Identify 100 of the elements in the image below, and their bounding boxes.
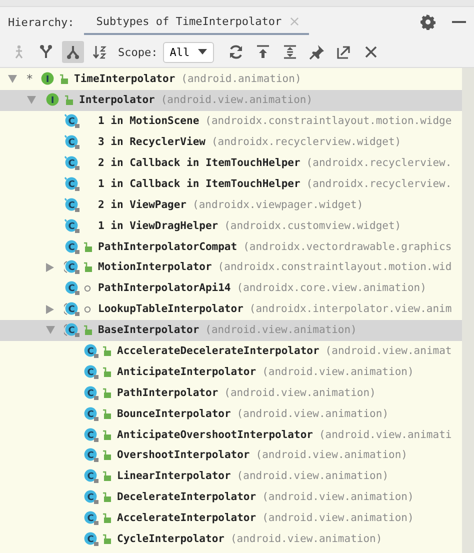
class-name: 2 in ViewPager bbox=[98, 198, 187, 211]
tree-row[interactable]: C PathInterpolator (android.view.animation) bbox=[0, 382, 462, 404]
class-name: BounceInterpolator bbox=[117, 408, 231, 420]
class-name: PathInterpolatorApi14 bbox=[98, 282, 231, 294]
class-icon: C bbox=[64, 238, 80, 255]
class-name: AccelerateDecelerateInterpolator bbox=[117, 345, 320, 358]
class-icon: C bbox=[83, 343, 99, 360]
class-name: 1 in MotionScene bbox=[98, 115, 200, 128]
package-name: (android.view.animation) bbox=[262, 366, 414, 378]
class-name: MotionInterpolator bbox=[98, 261, 212, 274]
tree-row[interactable]: C CycleInterpolator (android.view.animation) bbox=[0, 528, 462, 550]
class-name: AccelerateInterpolator bbox=[117, 512, 256, 524]
tree-row[interactable]: C 3 in RecyclerView (androidx.recyclerview.widget) bbox=[0, 132, 462, 153]
scrollbar[interactable] bbox=[462, 68, 474, 553]
package-name: (androidx.recyclerview. bbox=[306, 157, 452, 169]
scope-dropdown[interactable]: All bbox=[162, 42, 214, 62]
class-name: DecelerateInterpolator bbox=[117, 491, 256, 504]
tree-row[interactable]: I Interpolator (android.view.animation) bbox=[0, 90, 462, 111]
class-icon: C bbox=[64, 176, 80, 192]
package-name: (androidx.customview.widget) bbox=[224, 220, 402, 232]
package-name: (android.view.animati bbox=[318, 428, 452, 441]
package-name: (android.view.animation) bbox=[256, 449, 408, 462]
tree-row[interactable]: C PathInterpolatorCompat (androidx.vectordrawable.graphics bbox=[0, 236, 462, 258]
class-name: 1 in Callback in ItemTouchHelper bbox=[98, 178, 300, 190]
tree-row[interactable]: C BounceInterpolator (android.view.animation) bbox=[0, 403, 462, 424]
class-name: PathInterpolator bbox=[117, 386, 218, 399]
class-icon: C bbox=[83, 447, 99, 464]
class-name: PathInterpolatorCompat bbox=[98, 240, 238, 253]
class-icon: C bbox=[64, 322, 80, 338]
tree-row[interactable]: C MotionInterpolator (androidx.constraintlayout.motion.wid bbox=[0, 257, 462, 278]
class-icon: C bbox=[83, 406, 99, 422]
panel-title: Hierarchy: bbox=[8, 16, 74, 28]
tree-row[interactable]: C DecelerateInterpolator (android.view.animation) bbox=[0, 486, 462, 508]
expand-arrow-icon[interactable] bbox=[46, 262, 54, 272]
class-icon: C bbox=[83, 426, 99, 443]
class-name: LinearInterpolator bbox=[117, 470, 231, 482]
tab[interactable]: Subtypes of TimeInterpolator bbox=[84, 9, 309, 35]
class-name: LookupTableInterpolator bbox=[98, 303, 244, 316]
class-icon: C bbox=[64, 218, 80, 234]
tree-row[interactable]: * I TimeInterpolator (android.animation) bbox=[0, 69, 462, 90]
package-name: (androidx.recyclerview. bbox=[306, 178, 452, 190]
tree-row[interactable]: C LinearInterpolator (android.view.animation) bbox=[0, 466, 462, 487]
package-name: (android.view.animat bbox=[325, 345, 452, 358]
caret-icon bbox=[198, 49, 207, 55]
class-name: TimeInterpolator bbox=[74, 73, 176, 86]
tree-row[interactable]: C BaseInterpolator (android.view.animation) bbox=[0, 320, 462, 341]
package-name: (android.view.animation) bbox=[224, 386, 376, 399]
hierarchy-icon[interactable] bbox=[62, 41, 84, 63]
class-name: 3 in RecyclerView bbox=[98, 136, 206, 148]
package-name: (android.view.animation) bbox=[236, 408, 389, 420]
current-marker: * bbox=[26, 72, 34, 86]
expand-arrow-icon[interactable] bbox=[46, 304, 54, 314]
package-name: (android.view.animation) bbox=[160, 94, 313, 106]
class-name: BaseInterpolator bbox=[98, 324, 200, 336]
tree-row[interactable]: C AccelerateDecelerateInterpolator (android.view.animat bbox=[0, 340, 462, 362]
class-icon: C bbox=[64, 113, 80, 130]
package-name: (androidx.vectordrawable.graphics bbox=[243, 240, 452, 253]
package-name: (android.view.animation) bbox=[205, 324, 357, 336]
class-icon: C bbox=[83, 384, 99, 401]
settings-icon[interactable] bbox=[420, 14, 436, 30]
package-name: (androidx.recyclerview.widget) bbox=[211, 136, 402, 148]
collapse-arrow-icon[interactable] bbox=[8, 75, 17, 84]
tree-row[interactable]: C AccelerateInterpolator (android.view.animation) bbox=[0, 508, 462, 529]
package-name: (android.view.animation) bbox=[236, 470, 389, 482]
tree-row[interactable]: C 2 in ViewPager (androidx.viewpager.widget) bbox=[0, 194, 462, 216]
tree-row[interactable]: C OvershootInterpolator (android.view.animation) bbox=[0, 445, 462, 466]
package-name: (androidx.core.view.animation) bbox=[236, 282, 426, 294]
class-icon: C bbox=[64, 280, 80, 296]
tree-row[interactable]: C AnticipateOvershootInterpolator (android.view.animati bbox=[0, 424, 462, 446]
tree-row[interactable]: C 1 in Callback in ItemTouchHelper (androidx.recyclerview. bbox=[0, 173, 462, 194]
tree-row[interactable]: C AnticipateInterpolator (android.view.animation) bbox=[0, 361, 462, 382]
tree-row[interactable]: C LookupTableInterpolator (androidx.interpolator.view.anim bbox=[0, 298, 462, 320]
class-icon: C bbox=[64, 259, 80, 276]
class-icon: C bbox=[83, 489, 99, 506]
package-name: (androidx.viewpager.widget) bbox=[192, 198, 364, 211]
interface-icon: I bbox=[40, 71, 56, 88]
class-name: AnticipateOvershootInterpolator bbox=[117, 428, 313, 441]
class-name: OvershootInterpolator bbox=[117, 449, 250, 462]
minimize-icon[interactable] bbox=[452, 20, 466, 24]
tree-row[interactable]: C 1 in MotionScene (androidx.constraintlayout.motion.widge bbox=[0, 110, 462, 132]
class-icon: C bbox=[83, 531, 99, 548]
class-name: Interpolator bbox=[79, 94, 155, 106]
tree-row[interactable]: C 1 in ViewDragHelper (androidx.customview.widget) bbox=[0, 215, 462, 236]
class-name: 1 in ViewDragHelper bbox=[98, 220, 218, 232]
scope-label: Scope: bbox=[118, 46, 158, 58]
class-icon: C bbox=[64, 301, 80, 318]
tree-row[interactable]: C 2 in Callback in ItemTouchHelper (androidx.recyclerview. bbox=[0, 152, 462, 174]
package-name: (android.animation) bbox=[181, 73, 302, 86]
package-name: (androidx.constraintlayout.motion.wid bbox=[218, 261, 452, 274]
class-icon: C bbox=[64, 134, 80, 150]
interface-icon: I bbox=[45, 92, 61, 108]
class-icon: C bbox=[83, 364, 99, 380]
class-name: AnticipateInterpolator bbox=[117, 366, 256, 378]
class-name: CycleInterpolator bbox=[117, 533, 224, 546]
package-name: (android.view.animation) bbox=[230, 533, 382, 546]
package-name: (androidx.interpolator.view.anim bbox=[249, 303, 452, 316]
class-icon: C bbox=[64, 196, 80, 213]
class-icon: C bbox=[64, 155, 80, 171]
tree-row[interactable]: C PathInterpolatorApi14 (androidx.core.view.animation) bbox=[0, 278, 462, 299]
package-name: (android.view.animation) bbox=[262, 491, 414, 504]
